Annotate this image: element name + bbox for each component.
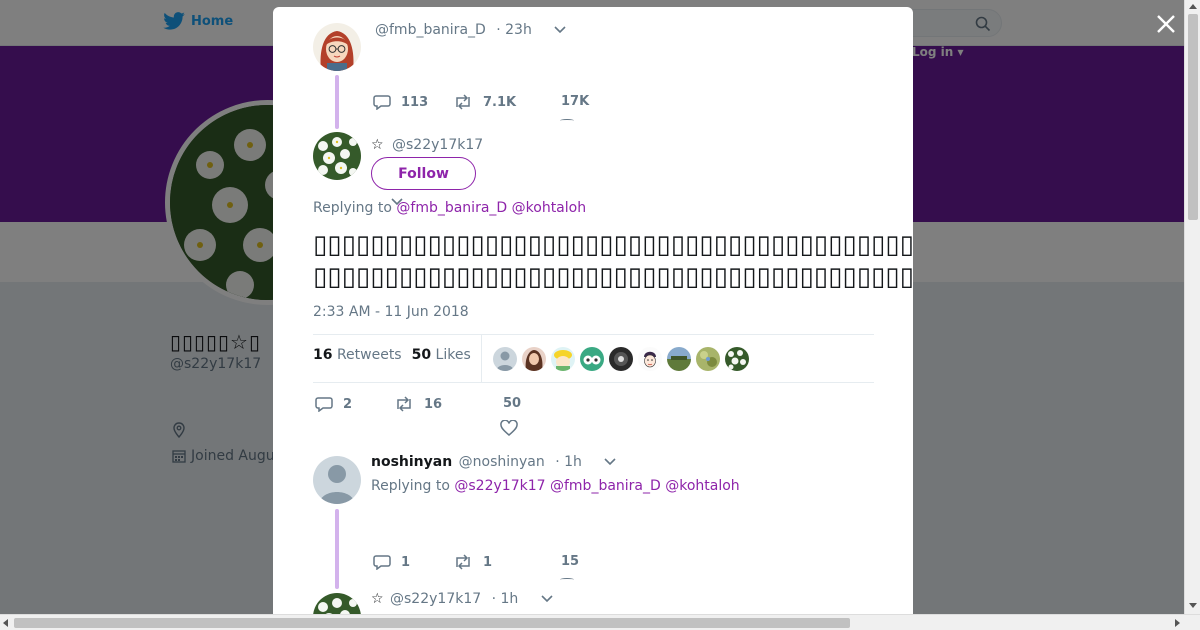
tweet-text-line: ▯▯▯▯▯▯▯▯▯▯▯▯▯▯▯▯▯▯▯▯▯▯▯▯▯▯▯▯▯▯▯▯▯▯▯▯▯▯▯▯…: [313, 262, 913, 292]
retweets-stat-count: 16: [313, 347, 333, 363]
scroll-down-icon[interactable]: [1189, 603, 1197, 608]
default-avatar-image: [313, 456, 361, 504]
tweet-text-line: ▯▯▯▯▯▯▯▯▯▯▯▯▯▯▯▯▯▯▯▯▯▯▯▯▯▯▯▯▯▯▯▯▯▯▯▯▯▯▯▯…: [313, 230, 913, 260]
reply-reply-action[interactable]: 1: [373, 554, 410, 570]
tweet-modal: @fmb_banira_D · 23h 113 7.1K 17K ☆ @s22y…: [273, 7, 913, 614]
liker-avatar[interactable]: [580, 347, 604, 371]
scroll-right-icon[interactable]: [1175, 619, 1180, 627]
parent-like-count: 17K: [561, 94, 590, 109]
replying-prefix: Replying to: [371, 478, 450, 494]
liker-avatars: [493, 347, 749, 371]
parent-tweet-time[interactable]: · 23h: [496, 22, 532, 38]
main-replying-to: Replying to @fmb_banira_D @kohtaloh: [313, 200, 586, 216]
main-tweet-avatar[interactable]: [313, 132, 361, 180]
follow-button[interactable]: Follow: [371, 157, 476, 190]
parent-retweet-action[interactable]: 7.1K: [453, 94, 516, 110]
replying-prefix: Replying to: [313, 200, 392, 216]
divider: [481, 335, 482, 382]
mention-link[interactable]: @kohtaloh: [512, 200, 586, 216]
main-reply-count: 2: [343, 396, 353, 412]
reply-icon: [315, 397, 333, 412]
chevron-down-icon[interactable]: [554, 26, 566, 34]
liker-avatar[interactable]: [522, 347, 546, 371]
next-tweet-avatar[interactable]: [313, 593, 361, 614]
reply-retweet-count: 1: [483, 554, 493, 570]
scroll-left-icon[interactable]: [3, 619, 8, 627]
liker-avatar[interactable]: [725, 347, 749, 371]
liker-avatar[interactable]: [667, 347, 691, 371]
flowers-avatar-image: [313, 593, 361, 614]
retweets-stat-label: Retweets: [336, 347, 402, 363]
thread-line: [335, 509, 339, 589]
reply-tweet-avatar[interactable]: [313, 456, 361, 504]
chevron-down-icon[interactable]: [541, 595, 553, 603]
likes-stat-count: 50: [411, 347, 432, 363]
main-retweet-action[interactable]: 16: [394, 396, 442, 412]
next-tweet-header: ☆ @s22y17k17 · 1h: [371, 591, 553, 607]
tweet-timestamp[interactable]: 2:33 AM - 11 Jun 2018: [313, 304, 469, 320]
vertical-scroll-thumb[interactable]: [1188, 14, 1198, 220]
horizontal-scrollbar[interactable]: [0, 614, 1200, 630]
thread-line: [335, 75, 339, 129]
reply-retweet-action[interactable]: 1: [453, 554, 492, 570]
reply-reply-count: 1: [401, 554, 411, 570]
retweets-stat[interactable]: 16 Retweets: [313, 347, 402, 363]
main-reply-action[interactable]: 2: [315, 396, 352, 412]
flowers-avatar-image: [313, 132, 361, 180]
reply-replying-to: Replying to @s22y17k17 @fmb_banira_D @ko…: [371, 478, 740, 494]
parent-tweet-handle[interactable]: @fmb_banira_D: [375, 22, 486, 38]
reply-tweet-name[interactable]: noshinyan: [371, 454, 452, 470]
reply-icon: [373, 95, 391, 110]
liker-avatar[interactable]: [696, 347, 720, 371]
parent-like-action[interactable]: 17K: [561, 94, 589, 109]
main-retweet-count: 16: [424, 396, 443, 412]
main-like-action[interactable]: 50: [503, 396, 521, 411]
cartoon-girl-avatar-image: [313, 23, 361, 71]
divider: [313, 334, 874, 335]
retweet-icon: [456, 94, 470, 110]
reply-tweet-header: noshinyan @noshinyan · 1h: [371, 454, 616, 470]
mention-link[interactable]: @s22y17k17: [454, 478, 545, 494]
parent-reply-action[interactable]: 113: [373, 94, 428, 110]
parent-tweet-avatar[interactable]: [313, 23, 361, 71]
next-tweet-name[interactable]: ☆: [371, 591, 384, 607]
tweet-text: ▯▯▯▯▯▯▯▯▯▯▯▯▯▯▯▯▯▯▯▯▯▯▯▯▯▯▯▯▯▯▯▯▯▯▯▯▯▯▯▯…: [313, 229, 913, 293]
heart-icon[interactable]: [560, 578, 574, 581]
retweet-icon: [456, 554, 470, 570]
main-like-count: 50: [503, 396, 522, 411]
reply-icon: [373, 555, 391, 570]
parent-retweet-count: 7.1K: [483, 94, 517, 110]
reply-tweet-time[interactable]: · 1h: [555, 454, 582, 470]
heart-icon[interactable]: [500, 420, 518, 436]
main-tweet-header: ☆ @s22y17k17: [371, 137, 483, 153]
mention-link[interactable]: @fmb_banira_D: [396, 200, 507, 216]
liker-avatar[interactable]: [551, 347, 575, 371]
horizontal-scroll-thumb[interactable]: [14, 618, 850, 628]
main-tweet-name[interactable]: ☆: [371, 137, 384, 153]
close-icon: [1157, 15, 1175, 33]
chevron-down-icon[interactable]: [604, 458, 616, 466]
parent-reply-count: 113: [401, 94, 429, 110]
reply-tweet-handle[interactable]: @noshinyan: [459, 454, 545, 470]
main-tweet-handle[interactable]: @s22y17k17: [392, 137, 483, 153]
liker-avatar[interactable]: [638, 347, 662, 371]
likes-stat-label: Likes: [435, 347, 471, 363]
liker-avatar[interactable]: [493, 347, 517, 371]
tweet-stats: 16 Retweets 50 Likes: [313, 347, 471, 363]
next-tweet-handle[interactable]: @s22y17k17: [390, 591, 481, 607]
liker-avatar[interactable]: [609, 347, 633, 371]
reply-like-action[interactable]: 15: [561, 554, 579, 569]
likes-stat[interactable]: 50 Likes: [412, 347, 471, 363]
mention-link[interactable]: @fmb_banira_D: [550, 478, 661, 494]
next-tweet-time[interactable]: · 1h: [492, 591, 519, 607]
vertical-scrollbar[interactable]: [1184, 0, 1200, 614]
divider: [313, 382, 874, 383]
heart-icon[interactable]: [560, 119, 574, 122]
mention-link[interactable]: @kohtaloh: [665, 478, 739, 494]
retweet-icon: [397, 396, 411, 412]
parent-tweet-header: @fmb_banira_D · 23h: [375, 22, 566, 38]
scroll-up-icon[interactable]: [1189, 4, 1197, 9]
close-modal-button[interactable]: [1152, 10, 1180, 38]
reply-like-count: 15: [561, 554, 580, 569]
